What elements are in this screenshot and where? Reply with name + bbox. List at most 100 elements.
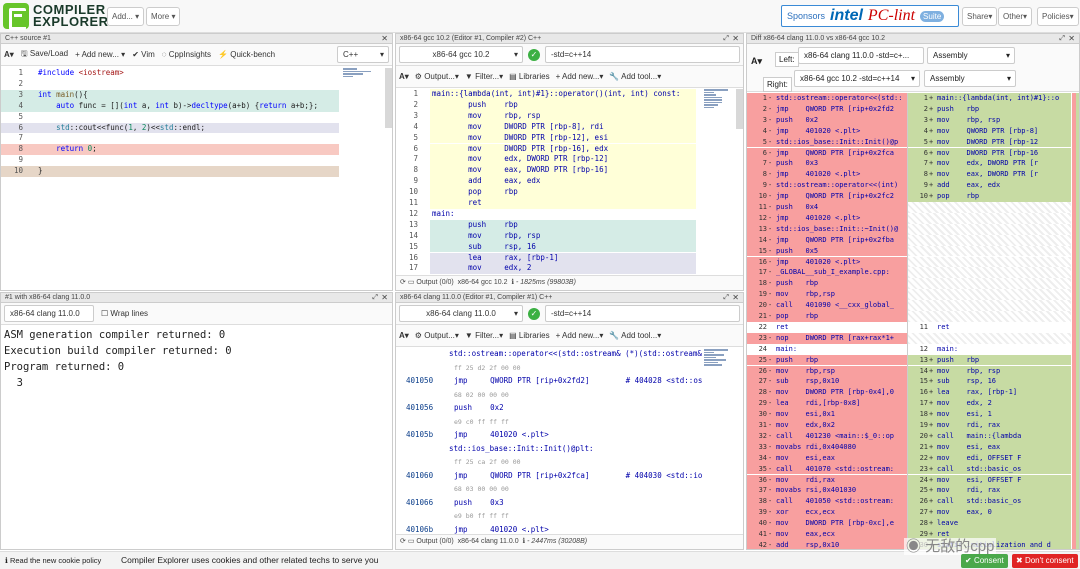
output-options-button[interactable]: ⚙ Output...▾ — [415, 331, 459, 340]
font-size-icon[interactable]: A▾ — [399, 331, 409, 340]
close-icon[interactable]: ✕ — [732, 293, 739, 303]
line-number: 2 — [762, 104, 767, 113]
asm-instruction: mov edx, DWORD PTR [rbp-12] — [432, 154, 609, 164]
gcc-compiler-pane: x86-64 gcc 10.2 (Editor #1, Compiler #2)… — [395, 33, 744, 291]
filter-button[interactable]: ▼ Filter...▾ — [465, 72, 503, 81]
libraries-button[interactable]: ▤ Libraries — [509, 72, 549, 81]
clang-assembly-output[interactable]: std::ostream::operator<<(std::ostream& (… — [396, 349, 702, 547]
gcc-scrollbar[interactable] — [736, 89, 743, 129]
clang-tab-title: x86-64 clang 11.0.0 (Editor #1, Compiler… — [400, 294, 553, 301]
clang-output-link[interactable]: ▭ Output (0/0) — [408, 538, 454, 545]
add-menu-button[interactable]: Add... ▾ — [107, 7, 145, 26]
dont-consent-button[interactable]: ✖ Don't consent — [1012, 554, 1078, 568]
diff-tab-title: Diff x86-64 clang 11.0.0 vs x86-64 gcc 1… — [751, 35, 885, 42]
policies-button[interactable]: Policies▾ — [1037, 7, 1079, 26]
cookie-policy-link[interactable]: ℹ Read the new cookie policy — [5, 552, 101, 569]
diff-line-text: mov eax, 0 — [937, 508, 992, 517]
refresh-icon[interactable]: ⟳ — [400, 538, 406, 545]
close-icon[interactable]: ✕ — [732, 34, 739, 44]
other-button[interactable]: Other▾ — [998, 7, 1033, 26]
add-new-button[interactable]: + Add new...▾ — [556, 331, 604, 340]
cppinsights-button[interactable]: ◌ CppInsights — [162, 50, 211, 59]
libraries-label: Libraries — [518, 331, 550, 340]
clang-tab[interactable]: x86-64 clang 11.0.0 (Editor #1, Compiler… — [396, 293, 743, 303]
maximize-icon[interactable]: ⤢ — [723, 293, 729, 303]
vim-toggle[interactable]: ✔ Vim — [132, 50, 155, 59]
close-icon[interactable]: ✕ — [381, 293, 388, 303]
code-line: auto func = [](int a, int b)->decltype(a… — [56, 100, 318, 110]
clang-options-input[interactable]: -std=c++14 — [545, 305, 740, 322]
right-compiler-select[interactable]: x86-64 gcc 10.2 -std=c++14 ▾ — [794, 70, 920, 87]
execution-tab[interactable]: #1 with x86-64 clang 11.0.0 ⤢ ✕ — [1, 293, 392, 303]
diff-left-side[interactable]: 1- std::ostream::operator<<(std:: 2- jmp QW… — [747, 93, 907, 549]
font-size-icon[interactable]: A▾ — [399, 72, 409, 81]
clang-compiler-select[interactable]: x86-64 clang 11.0.0 ▾ — [399, 305, 523, 322]
compiler-explorer-logo[interactable]: COMPILER EXPLORER — [3, 3, 109, 30]
save-load-label: Save/Load — [29, 48, 69, 58]
right-label: Right: — [763, 77, 792, 92]
more-menu-button[interactable]: More ▾ — [146, 7, 181, 26]
line-number: 18 — [919, 410, 928, 419]
gcc-options-input[interactable]: -std=c++14 — [545, 46, 740, 63]
diff-marker: - — [768, 268, 773, 277]
diff-right-side[interactable]: 1 + main::{lambda(int, int)#1}::o 2 + push rb… — [907, 93, 1071, 549]
maximize-icon[interactable]: ⤢ — [1059, 34, 1065, 44]
execution-tab-title: #1 with x86-64 clang 11.0.0 — [5, 294, 91, 301]
close-icon[interactable]: ✕ — [381, 34, 388, 44]
diff-line-text: add eax, edx — [937, 181, 1001, 190]
info-icon[interactable]: ℹ — [523, 538, 526, 545]
sponsor-banner[interactable]: Sponsors intel PC-lint Suite — [781, 5, 959, 27]
diff-line-text: _GLOBAL__sub_I_example.cpp: — [776, 268, 890, 277]
font-size-icon[interactable]: A▾ — [751, 56, 762, 67]
gcc-output-link[interactable]: ▭ Output (0/0) — [408, 279, 454, 286]
line-number: 11 — [919, 322, 928, 331]
line-number: 8 — [413, 165, 418, 175]
left-compiler-select[interactable]: x86-64 clang 11.0.0 -std=c+... — [798, 47, 924, 64]
diff-marker: - — [768, 301, 773, 310]
diff-line-text: lea rax, [rbp-1] — [937, 388, 1018, 397]
editor-tab[interactable]: C++ source #1 ✕ — [1, 34, 392, 44]
gcc-minimap[interactable] — [704, 89, 734, 123]
gcc-compiler-select[interactable]: x86-64 gcc 10.2 ▾ — [399, 46, 523, 63]
logo-line2: EXPLORER — [33, 14, 109, 29]
add-tool-button[interactable]: 🔧 Add tool...▾ — [609, 72, 661, 81]
diff-line-text: mov rbp, rsp — [937, 115, 1001, 124]
right-type-select[interactable]: Assembly ▾ — [924, 70, 1016, 87]
line-number: 10 — [758, 192, 767, 201]
add-new-button[interactable]: + Add new...▾ — [556, 72, 604, 81]
share-button[interactable]: Share▾ — [962, 7, 998, 26]
libraries-button[interactable]: ▤ Libraries — [509, 331, 549, 340]
refresh-icon[interactable]: ⟳ — [400, 279, 406, 286]
diff-marker: + — [929, 126, 934, 135]
execution-compiler-select[interactable]: x86-64 clang 11.0.0 — [4, 305, 94, 322]
language-select[interactable]: C++ ▾ — [337, 46, 389, 63]
info-icon[interactable]: ℹ — [511, 279, 514, 286]
diff-tab[interactable]: Diff x86-64 clang 11.0.0 vs x86-64 gcc 1… — [747, 34, 1079, 44]
source-code[interactable]: 1 #include <iostream> 2 3 int main(){ 4 au… — [1, 68, 385, 288]
gcc-assembly-output[interactable]: 1 main::{lambda(int, int)#1}::operator()(… — [396, 89, 696, 275]
diff-marker: - — [768, 410, 773, 419]
diff-line-text: jmp 401020 <.plt> — [776, 170, 861, 179]
add-new-button[interactable]: + Add new... ▾ — [75, 50, 125, 59]
editor-scrollbar[interactable] — [385, 68, 392, 128]
diff-line-text: jmp QWORD PTR [rip+0x2fca — [776, 148, 895, 157]
left-type-select[interactable]: Assembly ▾ — [927, 47, 1015, 64]
gcc-status-bar: ⟳ ▭ Output (0/0) x86-64 gcc 10.2 ℹ - 182… — [396, 275, 743, 290]
add-tool-button[interactable]: 🔧 Add tool...▾ — [609, 331, 661, 340]
quickbench-button[interactable]: ⚡ Quick-bench — [218, 50, 275, 59]
line-number: 36 — [758, 475, 767, 484]
editor-minimap[interactable] — [343, 68, 383, 88]
diff-marker: + — [929, 355, 934, 364]
gcc-tab[interactable]: x86-64 gcc 10.2 (Editor #1, Compiler #2)… — [396, 34, 743, 44]
maximize-icon[interactable]: ⤢ — [723, 34, 729, 44]
close-icon[interactable]: ✕ — [1068, 34, 1075, 44]
output-options-button[interactable]: ⚙ Output...▾ — [415, 72, 459, 81]
line-number: 30 — [758, 410, 767, 419]
clang-minimap[interactable] — [704, 349, 734, 383]
save-load-button[interactable]: 🖫 Save/Load — [21, 48, 68, 62]
diff-overview-ruler[interactable] — [1072, 93, 1079, 549]
wrap-lines-toggle[interactable]: ☐ Wrap lines — [101, 309, 148, 318]
consent-button[interactable]: ✔ Consent — [961, 554, 1008, 568]
filter-button[interactable]: ▼ Filter...▾ — [465, 331, 503, 340]
maximize-icon[interactable]: ⤢ — [372, 293, 378, 303]
